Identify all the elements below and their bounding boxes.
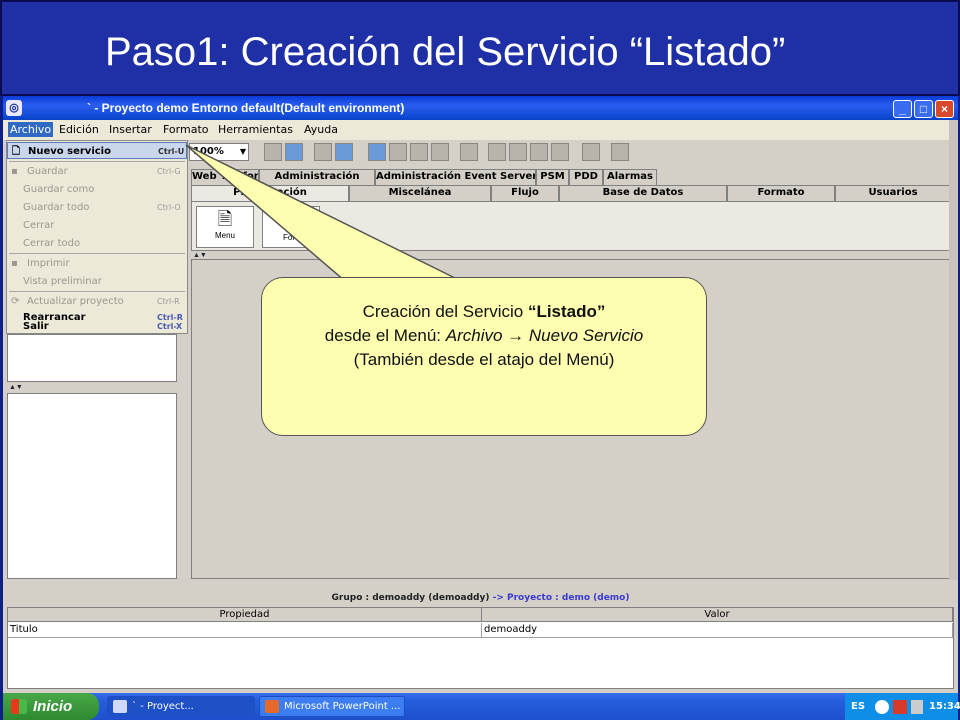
slide: Paso1: Creación del Servicio “Listado” ◎… <box>0 0 960 720</box>
callout-line-3: (También desde el atajo del Menú) <box>353 350 615 369</box>
callout-text: desde el Menú: <box>324 326 446 345</box>
callout-text: Creación del Servicio <box>362 302 528 321</box>
callout-italic-text: Nuevo Servicio <box>528 326 644 345</box>
callout-line-1: Creación del Servicio “Listado” <box>262 300 706 324</box>
callout-line-2: desde el Menú: Archivo → Nuevo Servicio <box>262 324 706 348</box>
callout-bold-text: “Listado” <box>527 302 606 321</box>
callout-italic-text: Archivo <box>445 326 503 345</box>
arrow-icon: → <box>502 326 529 345</box>
callout-box: Creación del Servicio “Listado” desde el… <box>261 277 707 436</box>
